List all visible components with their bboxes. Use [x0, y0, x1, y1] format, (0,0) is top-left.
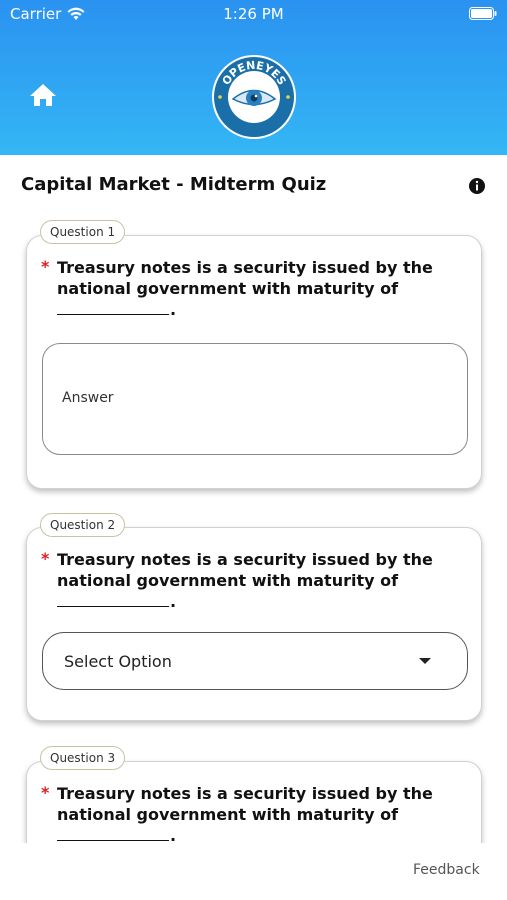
- question-card: * Treasury notes is a security issued by…: [26, 235, 482, 489]
- status-time: 1:26 PM: [223, 5, 284, 23]
- question-card: * Treasury notes is a security issued by…: [26, 761, 482, 843]
- required-asterisk: *: [41, 549, 50, 568]
- battery-icon: [469, 7, 497, 20]
- status-bar: Carrier 1:26 PM: [0, 0, 507, 30]
- question-text: Treasury notes is a security issued by t…: [57, 783, 447, 843]
- question-text: Treasury notes is a security issued by t…: [57, 549, 447, 612]
- answer-blank: [57, 827, 169, 841]
- question-text-end: .: [170, 826, 177, 843]
- question-tab: Question 3: [40, 746, 126, 770]
- answer-blank: [57, 593, 169, 607]
- select-value: Select Option: [64, 652, 172, 671]
- home-button[interactable]: [28, 82, 58, 108]
- question-text: Treasury notes is a security issued by t…: [57, 257, 447, 320]
- info-icon[interactable]: [468, 177, 486, 195]
- question-tab: Question 2: [40, 513, 126, 537]
- question-tab: Question 1: [40, 220, 126, 244]
- app-header: Carrier 1:26 PM OPENEYES SURVEYS: [0, 0, 507, 155]
- question-text-body: Treasury notes is a security issued by t…: [57, 258, 433, 298]
- question-list[interactable]: * Treasury notes is a security issued by…: [0, 210, 507, 843]
- answer-blank: [57, 301, 169, 315]
- feedback-button[interactable]: Feedback: [413, 862, 480, 878]
- chevron-down-icon: [419, 658, 431, 664]
- openeyes-logo: OPENEYES SURVEYS: [212, 55, 296, 139]
- answer-placeholder: Answer: [62, 390, 114, 406]
- question-card: * Treasury notes is a security issued by…: [26, 527, 482, 721]
- question-text-end: .: [170, 592, 177, 611]
- question-text-body: Treasury notes is a security issued by t…: [57, 550, 433, 590]
- page-title: Capital Market - Midterm Quiz: [21, 174, 327, 195]
- home-icon: [30, 84, 56, 106]
- required-asterisk: *: [41, 257, 50, 276]
- required-asterisk: *: [41, 783, 50, 802]
- select-dropdown[interactable]: Select Option: [42, 632, 468, 690]
- question-text-end: .: [170, 300, 177, 319]
- answer-input[interactable]: Answer: [42, 343, 468, 455]
- question-text-body: Treasury notes is a security issued by t…: [57, 784, 433, 824]
